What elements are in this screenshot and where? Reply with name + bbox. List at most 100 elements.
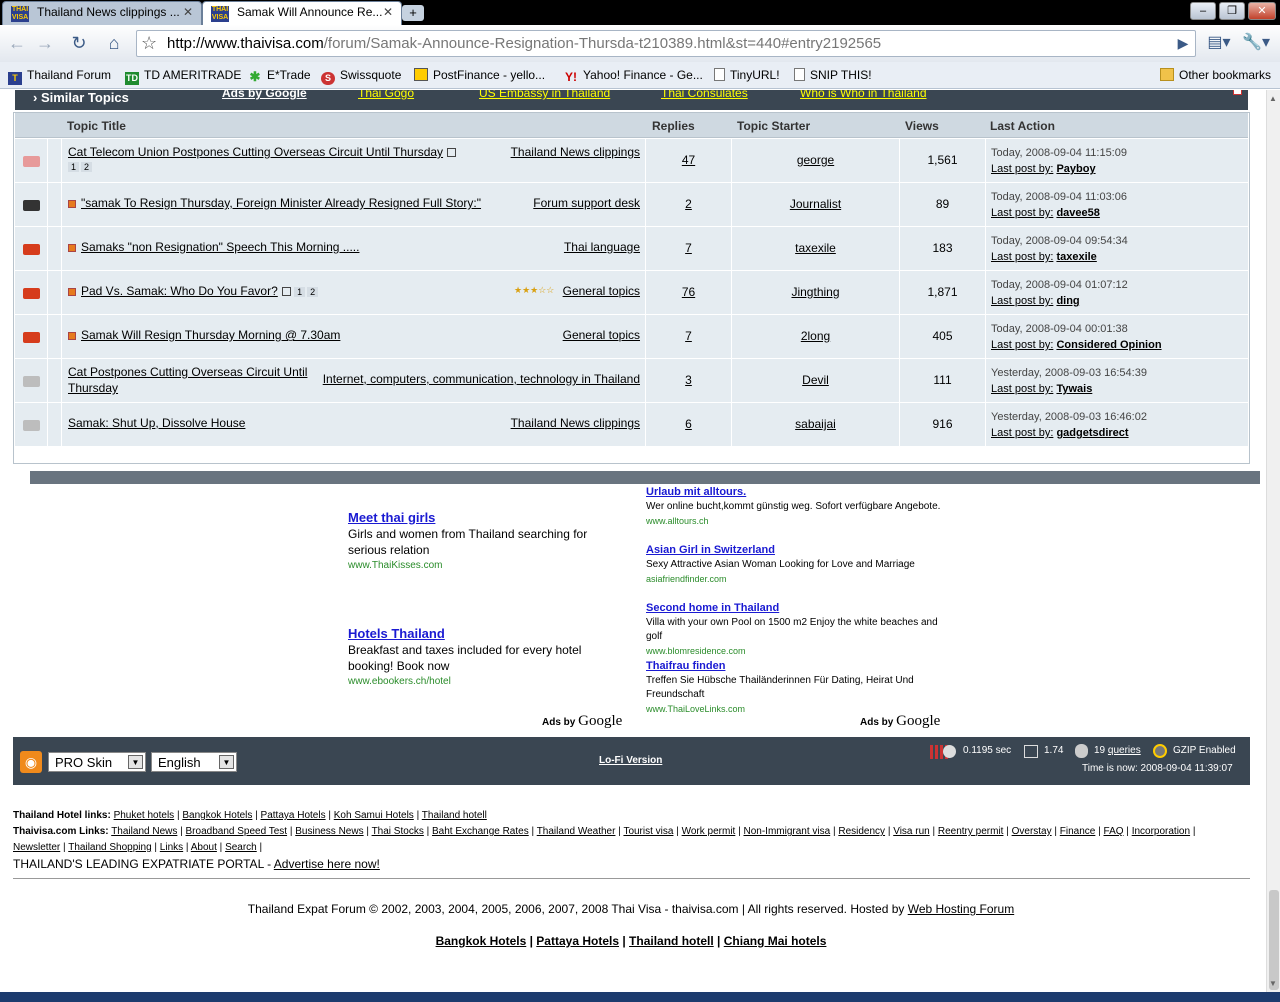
starter-link[interactable]: 2long xyxy=(801,329,830,343)
bookmark-yahoo-finance[interactable]: Y! Yahoo! Finance - Ge... xyxy=(564,68,703,84)
ad-url[interactable]: www.alltours.ch xyxy=(646,514,941,528)
ad-title-link[interactable]: Hotels Thailand xyxy=(348,626,445,641)
page-link[interactable]: 2 xyxy=(81,162,93,172)
ad-url[interactable]: www.ThaiKisses.com xyxy=(348,558,598,574)
tab-thailand-news[interactable]: THAI VISA Thailand News clippings ... ✕ xyxy=(2,1,202,25)
footer-link[interactable]: Incorporation xyxy=(1132,826,1190,837)
topic-title-link[interactable]: Samak: Shut Up, Dissolve House xyxy=(68,416,245,430)
replies-link[interactable]: 3 xyxy=(685,373,692,387)
ad-title-link[interactable]: Thaifrau finden xyxy=(646,660,725,672)
bottom-link[interactable]: Bangkok Hotels xyxy=(436,934,527,948)
wrench-icon[interactable]: 🔧▾ xyxy=(1240,31,1272,55)
replies-link[interactable]: 76 xyxy=(682,285,695,299)
close-icon[interactable]: ✕ xyxy=(383,5,393,19)
footer-link[interactable]: Work permit xyxy=(682,826,736,837)
replies-link[interactable]: 2 xyxy=(685,197,692,211)
last-poster-link[interactable]: taxexile xyxy=(1056,251,1096,263)
footer-link[interactable]: Pattaya Hotels xyxy=(261,810,326,821)
rss-icon[interactable]: ◉ xyxy=(20,751,42,773)
bottom-link[interactable]: Pattaya Hotels xyxy=(536,934,619,948)
go-play-icon[interactable]: ▶ xyxy=(1170,31,1196,55)
ad-title-link[interactable]: Asian Girl in Switzerland xyxy=(646,544,775,556)
forum-link[interactable]: Internet, computers, communication, tech… xyxy=(323,372,640,386)
scrollbar-thumb[interactable] xyxy=(1269,890,1279,990)
last-poster-link[interactable]: Considered Opinion xyxy=(1056,339,1161,351)
skin-select[interactable]: PRO Skin ▼ xyxy=(48,752,146,772)
forum-link[interactable]: Forum support desk xyxy=(533,196,640,210)
bookmark-snip-this[interactable]: SNIP THIS! xyxy=(794,68,872,82)
other-bookmarks[interactable]: Other bookmarks xyxy=(1160,68,1271,82)
ads-by-google-right[interactable]: Ads by Google xyxy=(860,713,940,730)
ad-link-thai-consulates[interactable]: Thai Consulates xyxy=(661,90,748,100)
footer-link[interactable]: Koh Samui Hotels xyxy=(334,810,414,821)
topic-title-link[interactable]: Pad Vs. Samak: Who Do You Favor? xyxy=(81,284,278,298)
last-poster-link[interactable]: Tywais xyxy=(1056,383,1092,395)
starter-link[interactable]: sabaijai xyxy=(795,417,836,431)
scrollbar[interactable]: ▲ ▼ xyxy=(1266,90,1280,1002)
last-poster-link[interactable]: Payboy xyxy=(1056,163,1095,175)
footer-link[interactable]: About xyxy=(191,842,217,853)
topic-title-link[interactable]: Samak Will Resign Thursday Morning @ 7.3… xyxy=(81,328,340,342)
bookmark-td-ameritrade[interactable]: TD TD AMERITRADE xyxy=(125,68,241,85)
minimize-button[interactable]: – xyxy=(1190,2,1216,20)
footer-link[interactable]: Newsletter xyxy=(13,842,60,853)
replies-link[interactable]: 7 xyxy=(685,329,692,343)
address-bar[interactable]: ☆ http://www.thaivisa.com/forum/Samak-An… xyxy=(136,30,1196,57)
last-poster-link[interactable]: gadgetsdirect xyxy=(1056,427,1128,439)
starter-link[interactable]: taxexile xyxy=(795,241,836,255)
tab-samak[interactable]: THAI VISA Samak Will Announce Re... ✕ xyxy=(202,1,402,25)
ads-by-google-left[interactable]: Ads by Google xyxy=(542,713,622,730)
home-icon[interactable]: ⌂ xyxy=(101,31,127,55)
ad-url[interactable]: asiafriendfinder.com xyxy=(646,572,941,586)
bookmark-etrade[interactable]: ✱ E*Trade xyxy=(248,68,311,83)
bookmark-postfinance[interactable]: PostFinance - yello... xyxy=(414,68,545,82)
ad-link-thai-gogo[interactable]: Thai Gogo xyxy=(358,90,414,100)
ad-title-link[interactable]: Urlaub mit alltours. xyxy=(646,486,746,498)
ad-link-who-is-who[interactable]: Who is Who in Thailand xyxy=(800,90,927,100)
footer-link[interactable]: Thailand Weather xyxy=(537,826,616,837)
ads-by-google-link[interactable]: Ads by Google xyxy=(222,90,307,100)
footer-link[interactable]: Thailand hotell xyxy=(422,810,487,821)
new-tab-button[interactable]: + xyxy=(402,5,424,21)
starter-link[interactable]: Devil xyxy=(802,373,829,387)
star-icon[interactable]: ☆ xyxy=(141,33,157,54)
ad-url[interactable]: www.ebookers.ch/hotel xyxy=(348,674,598,690)
page-link[interactable]: 2 xyxy=(307,287,319,297)
page-menu-icon[interactable]: ▤▾ xyxy=(1204,31,1234,55)
forum-link[interactable]: Thailand News clippings xyxy=(511,416,640,430)
footer-link[interactable]: Overstay xyxy=(1012,826,1052,837)
web-hosting-forum-link[interactable]: Web Hosting Forum xyxy=(908,902,1014,916)
close-window-button[interactable]: ✕ xyxy=(1248,2,1276,20)
footer-link[interactable]: Thai Stocks xyxy=(372,826,424,837)
collapse-icon[interactable] xyxy=(1233,90,1242,95)
lofi-version-link[interactable]: Lo-Fi Version xyxy=(599,755,662,766)
footer-link[interactable]: Finance xyxy=(1060,826,1096,837)
footer-link[interactable]: Tourist visa xyxy=(623,826,673,837)
queries-link[interactable]: queries xyxy=(1108,745,1141,756)
bookmark-swissquote[interactable]: S Swissquote xyxy=(321,68,401,85)
footer-link[interactable]: Broadband Speed Test xyxy=(186,826,288,837)
topic-title-link[interactable]: "samak To Resign Thursday, Foreign Minis… xyxy=(81,196,481,210)
topic-title-link[interactable]: Cat Telecom Union Postpones Cutting Over… xyxy=(68,145,443,159)
bookmark-tinyurl[interactable]: TinyURL! xyxy=(714,68,780,82)
footer-link[interactable]: Search xyxy=(225,842,257,853)
maximize-button[interactable]: ❐ xyxy=(1219,2,1245,20)
starter-link[interactable]: george xyxy=(797,153,834,167)
ad-url[interactable]: www.blomresidence.com xyxy=(646,644,941,658)
footer-link[interactable]: Thailand Shopping xyxy=(68,842,151,853)
replies-link[interactable]: 6 xyxy=(685,417,692,431)
page-link[interactable]: 1 xyxy=(294,287,306,297)
forum-link[interactable]: General topics xyxy=(563,284,640,298)
footer-link[interactable]: Reentry permit xyxy=(938,826,1004,837)
reload-icon[interactable]: ↻ xyxy=(66,31,92,55)
forum-link[interactable]: Thai language xyxy=(564,240,640,254)
bottom-link[interactable]: Thailand hotell xyxy=(629,934,714,948)
page-link[interactable]: 1 xyxy=(68,162,80,172)
bottom-link[interactable]: Chiang Mai hotels xyxy=(724,934,827,948)
close-icon[interactable]: ✕ xyxy=(183,5,193,19)
forward-arrow-icon[interactable]: → xyxy=(32,31,58,55)
forum-link[interactable]: General topics xyxy=(563,328,640,342)
ad-link-us-embassy[interactable]: US Embassy in Thailand xyxy=(479,90,610,100)
forum-link[interactable]: Thailand News clippings xyxy=(511,145,640,159)
footer-link[interactable]: Baht Exchange Rates xyxy=(432,826,529,837)
